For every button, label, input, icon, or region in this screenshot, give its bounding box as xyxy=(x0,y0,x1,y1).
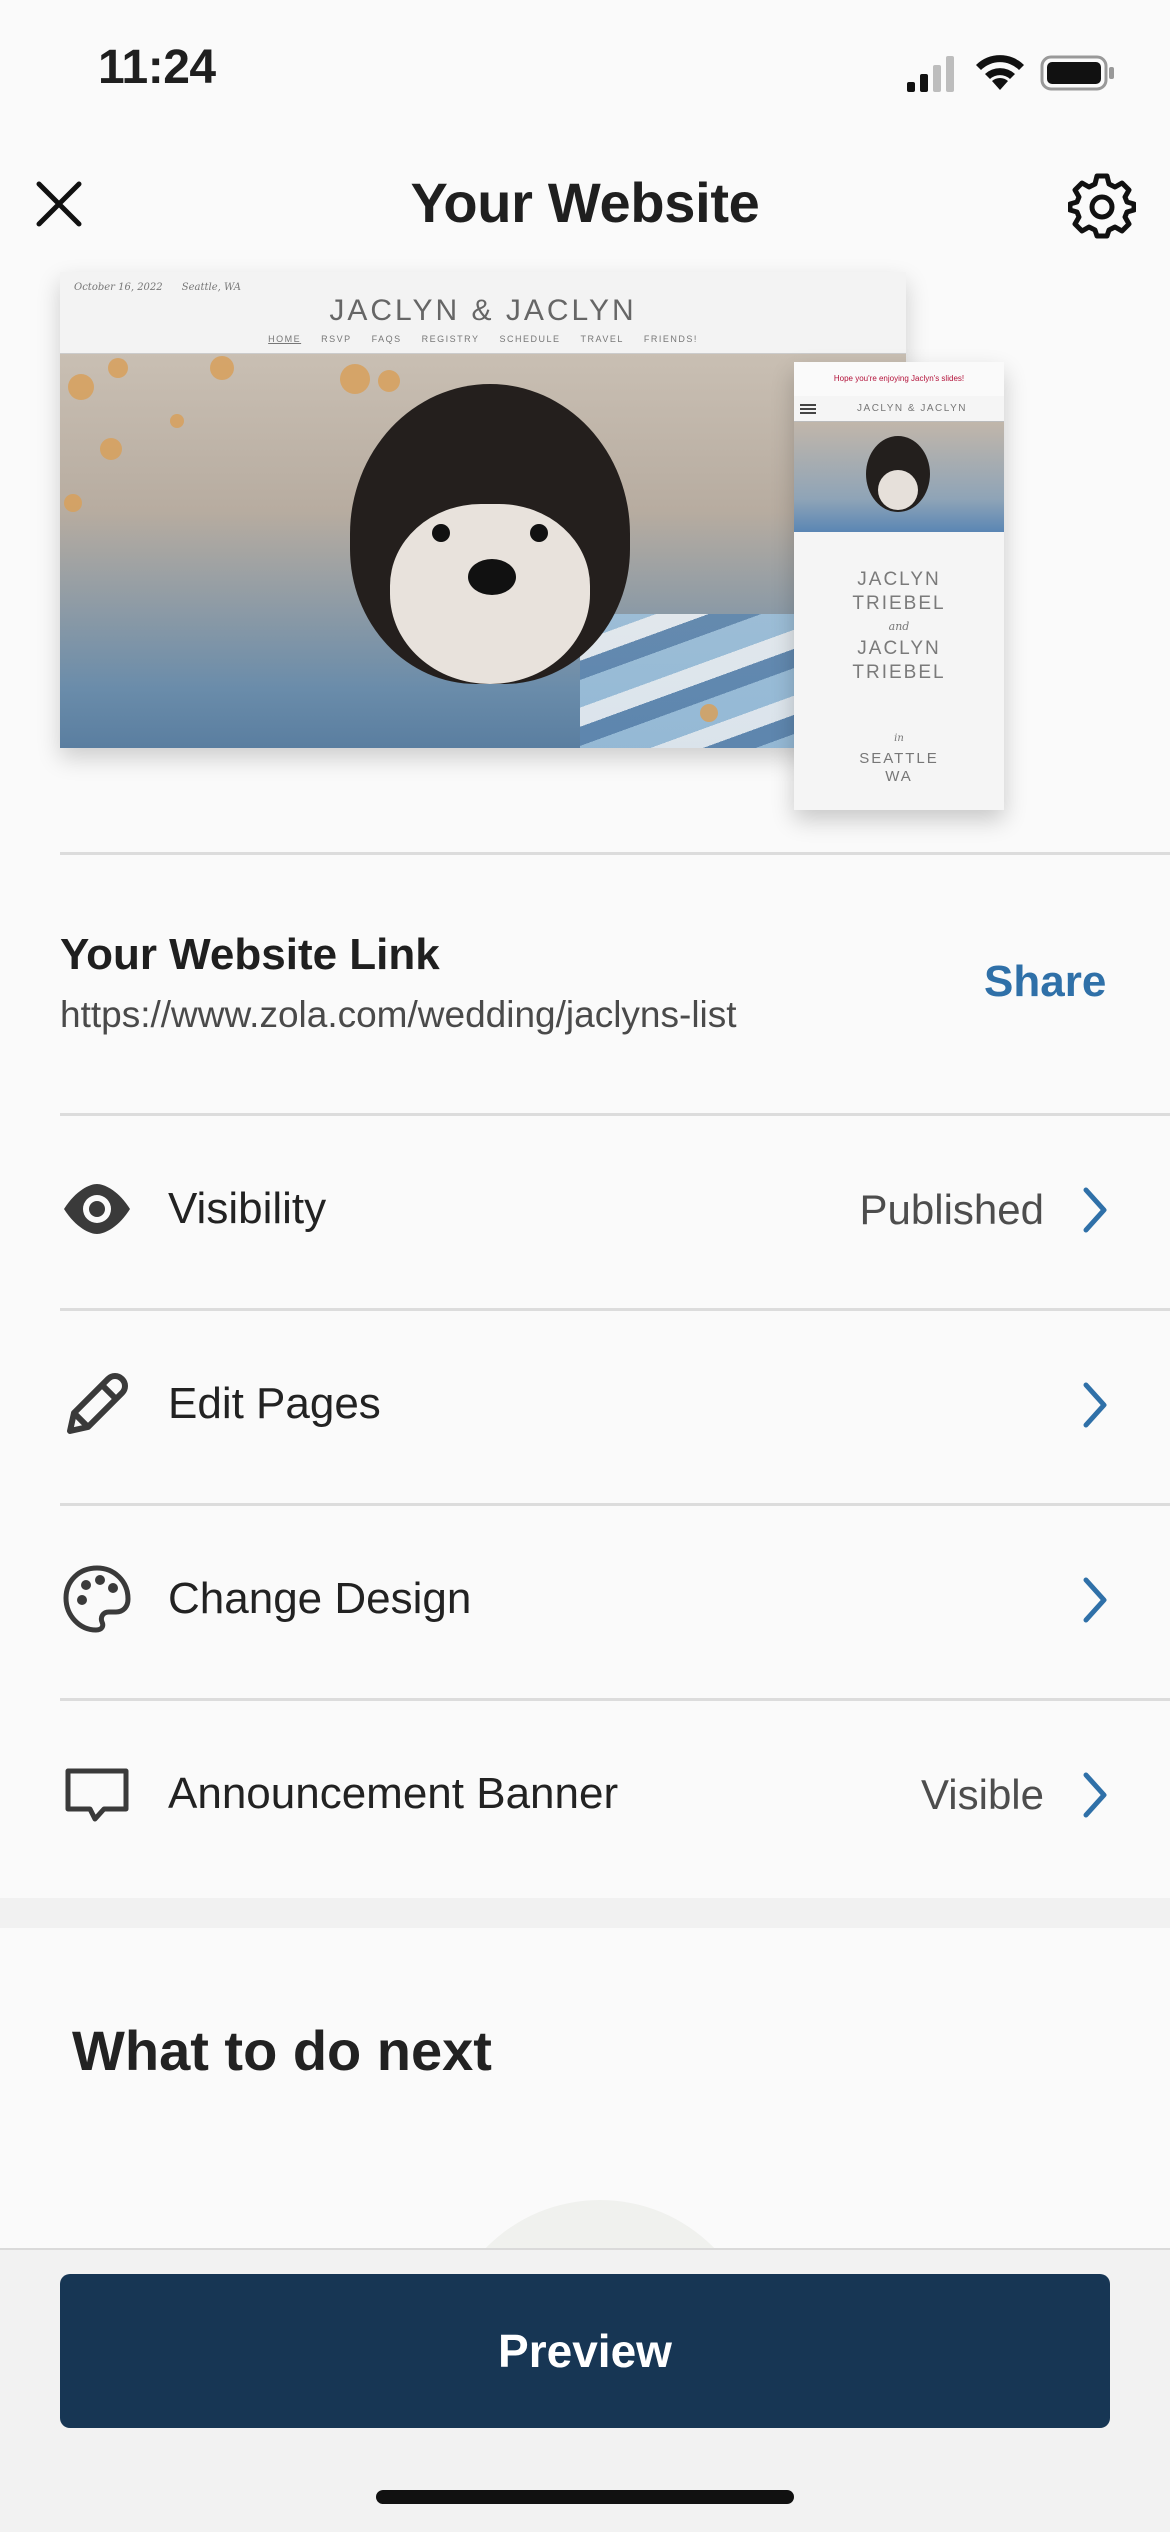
mobile-state: WA xyxy=(885,768,913,785)
gold-confetti xyxy=(68,374,94,400)
dog-photo xyxy=(60,354,906,748)
website-screen: 11:24 Your Website October 16, 2022 Seat… xyxy=(0,0,1170,2532)
preview-button[interactable]: Preview xyxy=(60,2274,1110,2428)
menu-label-change-design: Change Design xyxy=(168,1574,472,1623)
desktop-nav-item: RSVP xyxy=(321,334,352,344)
website-link-title: Your Website Link xyxy=(60,930,440,979)
menu-row-announcement-banner[interactable]: Announcement Banner Visible xyxy=(0,1701,1170,1891)
desktop-date: October 16, 2022 xyxy=(74,282,163,293)
mobile-and: and xyxy=(888,620,910,633)
mobile-name-1-last: TRIEBEL xyxy=(852,593,946,614)
desktop-nav-item: TRAVEL xyxy=(580,334,624,344)
chevron-right-icon xyxy=(1083,1577,1107,1623)
gold-confetti xyxy=(378,370,400,392)
mobile-name-2: JACLYN TRIEBEL xyxy=(794,637,1004,685)
chevron-right-icon xyxy=(1083,1187,1107,1233)
share-button[interactable]: Share xyxy=(984,957,1106,1007)
mobile-banner: Hope you're enjoying Jaclyn's slides! xyxy=(794,362,1004,396)
gold-confetti xyxy=(170,414,184,428)
chevron-right-icon xyxy=(1083,1382,1107,1428)
dog-eye xyxy=(432,524,450,542)
menu-value-visibility: Published xyxy=(859,1186,1044,1233)
menu-label-visibility: Visibility xyxy=(168,1184,327,1233)
chevron-right-icon xyxy=(1083,1772,1107,1818)
divider xyxy=(60,852,1170,855)
desktop-topbar: October 16, 2022 Seattle, WA JACLYN & JA… xyxy=(60,272,906,354)
mobile-city: SEATTLE xyxy=(859,750,939,767)
mobile-title: JACLYN & JACLYN xyxy=(857,403,967,414)
gold-confetti xyxy=(108,358,128,378)
wifi-icon xyxy=(976,55,1024,90)
mobile-location: SEATTLE WA xyxy=(794,750,1004,786)
desktop-preview: October 16, 2022 Seattle, WA JACLYN & JA… xyxy=(60,272,906,748)
mobile-name-1-first: JACLYN xyxy=(857,569,941,590)
desktop-location: Seattle, WA xyxy=(181,282,241,293)
home-indicator[interactable] xyxy=(376,2490,794,2504)
mobile-dog-photo xyxy=(794,422,1004,532)
eye-icon xyxy=(64,1184,130,1234)
mobile-in: in xyxy=(894,733,904,744)
status-time: 11:24 xyxy=(98,41,216,94)
desktop-nav-item: FAQS xyxy=(371,334,402,344)
palette-icon xyxy=(63,1565,131,1633)
next-section-title: What to do next xyxy=(72,2019,492,2082)
gold-confetti xyxy=(210,356,234,380)
page-title: Your Website xyxy=(410,171,760,234)
website-link-url: https://www.zola.com/wedding/jaclyns-lis… xyxy=(60,994,737,1035)
desktop-nav-item: SCHEDULE xyxy=(499,334,561,344)
desktop-nav-item: HOME xyxy=(268,334,302,344)
gold-confetti xyxy=(100,438,122,460)
mobile-name-2-first: JACLYN xyxy=(857,638,941,659)
menu-label-announcement-banner: Announcement Banner xyxy=(168,1769,619,1818)
mobile-dog-face xyxy=(878,470,918,510)
desktop-nav-item: REGISTRY xyxy=(421,334,480,344)
mobile-name-1: JACLYN TRIEBEL xyxy=(794,568,1004,616)
dog-eye xyxy=(530,524,548,542)
desktop-meta: October 16, 2022 Seattle, WA xyxy=(74,282,241,293)
message-icon xyxy=(65,1768,129,1822)
mobile-preview: Hope you're enjoying Jaclyn's slides! JA… xyxy=(794,362,1004,810)
signal-icon xyxy=(907,56,954,92)
desktop-nav-item: FRIENDS! xyxy=(643,334,698,344)
menu-row-edit-pages[interactable]: Edit Pages xyxy=(0,1311,1170,1501)
section-separator xyxy=(0,1898,1170,1928)
desktop-nav: HOME RSVP FAQS REGISTRY SCHEDULE TRAVEL … xyxy=(60,334,906,344)
mobile-name-2-last: TRIEBEL xyxy=(852,662,946,683)
menu-label-edit-pages: Edit Pages xyxy=(168,1379,381,1428)
battery-icon xyxy=(1040,55,1114,91)
menu-row-visibility[interactable]: Visibility Published xyxy=(0,1116,1170,1306)
dog-nose xyxy=(468,559,516,595)
menu-row-change-design[interactable]: Change Design xyxy=(0,1506,1170,1696)
gold-confetti xyxy=(64,494,82,512)
menu-value-announcement-banner: Visible xyxy=(921,1771,1044,1818)
mobile-topbar: JACLYN & JACLYN xyxy=(794,396,1004,422)
desktop-names: JACLYN & JACLYN xyxy=(329,294,637,327)
gold-confetti xyxy=(700,704,718,722)
gear-icon[interactable] xyxy=(1068,172,1136,240)
pencil-icon xyxy=(67,1373,128,1434)
gold-confetti xyxy=(340,364,370,394)
hamburger-icon xyxy=(800,404,816,414)
